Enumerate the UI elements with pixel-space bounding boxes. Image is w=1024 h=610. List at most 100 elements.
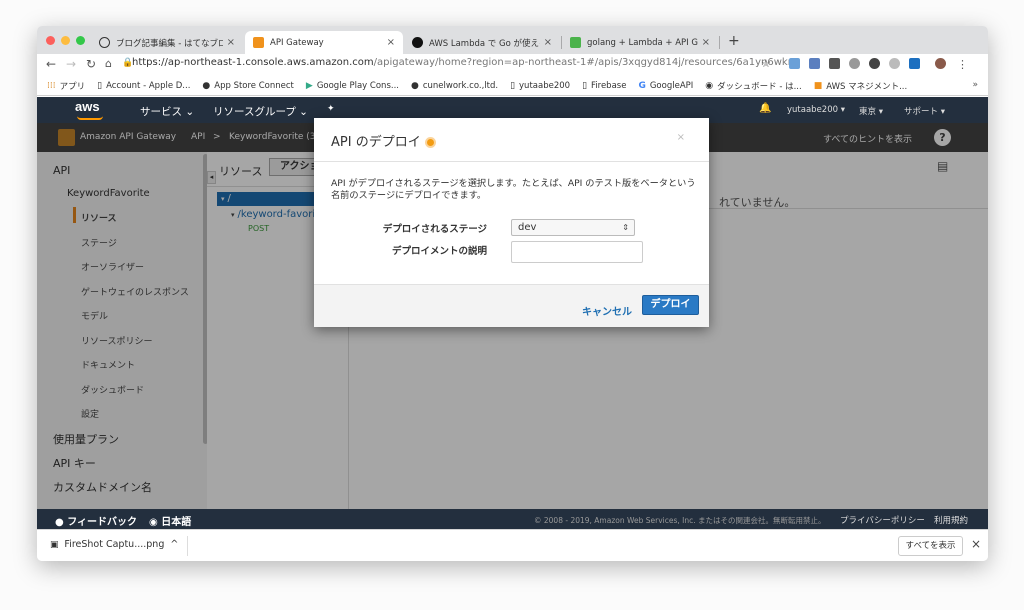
support-menu[interactable]: サポート ▾ [904, 105, 945, 117]
apple-icon: ● [202, 80, 211, 91]
bell-icon[interactable]: 🔔 [759, 103, 771, 114]
download-bar: ▣ FireShot Captu....png ^ すべてを表示 × [37, 529, 988, 561]
home-icon[interactable]: ⌂ [105, 57, 112, 70]
terms-link[interactable]: 利用規約 [934, 514, 968, 526]
tab-hatena-blog[interactable]: ブログ記事編集 - はてなブログ × [91, 31, 243, 54]
bookmark-label: Account - Apple D... [106, 80, 191, 91]
profile-avatar[interactable] [935, 58, 946, 69]
page-icon: ▯ [582, 80, 588, 91]
menu-dots-icon[interactable]: ⋮ [957, 58, 968, 71]
feedback-label: フィードバック [67, 517, 138, 528]
bookmark-item[interactable]: ▶ Google Play Cons... [306, 81, 399, 91]
reload-icon[interactable]: ↻ [86, 57, 96, 71]
cancel-button[interactable]: キャンセル [582, 303, 632, 318]
extension-icon[interactable] [869, 58, 880, 69]
bookmark-item[interactable]: ■ AWS マネジメント... [814, 80, 907, 92]
zoom-window-button[interactable] [76, 36, 85, 45]
window-controls [46, 36, 85, 45]
bookmark-label: cunelwork.co.,ltd. [422, 80, 499, 91]
tab-title: golang + Lambda + API Gatew [587, 37, 698, 48]
globe-icon: ◉ [149, 517, 162, 528]
region-menu[interactable]: 東京 ▾ [859, 105, 883, 117]
dialog-description: API がデプロイされるステージを選択します。たとえば、API のテスト版をベー… [331, 178, 696, 201]
bookmark-item[interactable]: ● cunelwork.co.,ltd. [411, 81, 498, 91]
github-icon: ● [410, 80, 419, 91]
stage-select[interactable]: dev ⇕ [511, 219, 635, 236]
aws-cube-icon [253, 37, 264, 48]
feedback-link[interactable]: ● フィードバック [55, 513, 137, 528]
tab-close-icon[interactable]: × [227, 37, 235, 48]
dialog-footer: キャンセル デプロイ [314, 284, 709, 327]
account-menu[interactable]: yutaabe200 ▾ [787, 105, 845, 115]
page-icon: ▯ [510, 80, 516, 91]
bookmark-star-icon[interactable]: ☆ [761, 57, 771, 70]
close-download-bar-icon[interactable]: × [971, 537, 981, 551]
bookmark-item[interactable]: ▯ yutaabe200 [510, 81, 570, 91]
tab-aws-lambda-go[interactable]: AWS Lambda で Go が使えるよう × [404, 31, 560, 54]
bookmarks-overflow-icon[interactable]: » [972, 80, 978, 90]
bookmark-label: AWS マネジメント... [826, 81, 908, 92]
bookmark-label: yutaabe200 [519, 80, 571, 91]
incognito-off-icon[interactable] [829, 58, 840, 69]
language-label: 日本語 [161, 517, 192, 528]
file-icon: ▣ [50, 540, 62, 550]
services-menu[interactable]: サービス ⌄ [140, 104, 194, 119]
close-window-button[interactable] [46, 36, 55, 45]
tab-api-gateway[interactable]: API Gateway × [245, 31, 403, 54]
download-item[interactable]: ▣ FireShot Captu....png ^ [50, 539, 178, 550]
chevron-up-icon[interactable]: ^ [170, 539, 178, 550]
hatena-icon [99, 37, 110, 48]
extension-icon[interactable] [909, 58, 920, 69]
aws-logo[interactable]: aws [75, 99, 100, 114]
new-tab-button[interactable]: + [728, 33, 740, 49]
extension-icon[interactable] [849, 58, 860, 69]
select-caret-icon: ⇕ [622, 223, 629, 232]
browser-toolbar: ← → ↻ ⌂ 🔒 https://ap-northeast-1.console… [37, 54, 988, 76]
privacy-link[interactable]: プライバシーポリシー [840, 514, 925, 526]
forward-icon[interactable]: → [66, 57, 76, 71]
bookmark-item[interactable]: ▯ Firebase [582, 81, 626, 91]
bookmark-item[interactable]: G GoogleAPI [638, 81, 693, 91]
bookmark-item[interactable]: ● App Store Connect [202, 81, 293, 91]
bookmark-label: アプリ [59, 81, 86, 92]
browser-window: ブログ記事編集 - はてなブログ × API Gateway × AWS Lam… [37, 26, 988, 561]
tab-close-icon[interactable]: × [544, 37, 552, 48]
info-icon[interactable] [424, 137, 436, 148]
extension-icon[interactable] [889, 58, 900, 69]
hatena-icon: ◉ [705, 80, 714, 91]
tab-close-icon[interactable]: × [702, 37, 710, 48]
description-label: デプロイメントの説明 [391, 246, 487, 257]
copyright: © 2008 - 2019, Amazon Web Services, Inc.… [534, 516, 826, 525]
back-icon[interactable]: ← [46, 57, 56, 71]
extension-icon[interactable] [789, 58, 800, 69]
resource-groups-menu[interactable]: リソースグループ ⌄ [213, 104, 308, 119]
deploy-button[interactable]: デプロイ [642, 295, 699, 315]
bookmark-label: GoogleAPI [649, 80, 694, 91]
url-path: /apigateway/home?region=ap-northeast-1#/… [373, 57, 799, 68]
address-bar[interactable]: https://ap-northeast-1.console.aws.amazo… [132, 57, 798, 68]
dialog-title-text: API のデプロイ [331, 135, 421, 150]
bookmark-label: Google Play Cons... [316, 80, 399, 91]
bookmark-item[interactable]: ◉ ダッシュボード - は... [705, 80, 801, 92]
extension-icons: ⋮ [789, 58, 968, 71]
stage-select-value: dev [518, 222, 537, 233]
download-filename: FireShot Captu....png [64, 539, 165, 550]
url-host: https://ap-northeast-1.console.aws.amazo… [132, 57, 374, 68]
tab-golang-lambda[interactable]: golang + Lambda + API Gatew × [562, 31, 718, 54]
show-all-button[interactable]: すべてを表示 [898, 536, 963, 556]
tab-close-icon[interactable]: × [387, 37, 395, 48]
pin-icon[interactable]: ✦ [327, 104, 335, 114]
go-icon [570, 37, 581, 48]
language-selector[interactable]: ◉ 日本語 [149, 513, 191, 528]
play-icon: ▶ [305, 80, 313, 91]
bookmark-apps[interactable]: ⁞⁞⁞ アプリ [47, 80, 85, 92]
deployment-description-field[interactable] [511, 241, 643, 263]
deploy-api-dialog: API のデプロイ × API がデプロイされるステージを選択します。たとえば、… [314, 118, 709, 327]
close-icon[interactable]: × [677, 132, 685, 143]
stage-label: デプロイされるステージ [382, 224, 487, 235]
extension-icon[interactable] [809, 58, 820, 69]
aws-footer: ● フィードバック ◉ 日本語 © 2008 - 2019, Amazon We… [37, 509, 988, 529]
apps-grid-icon: ⁞⁞⁞ [47, 80, 56, 91]
minimize-window-button[interactable] [61, 36, 70, 45]
bookmark-item[interactable]: ▯ Account - Apple D... [97, 81, 190, 91]
